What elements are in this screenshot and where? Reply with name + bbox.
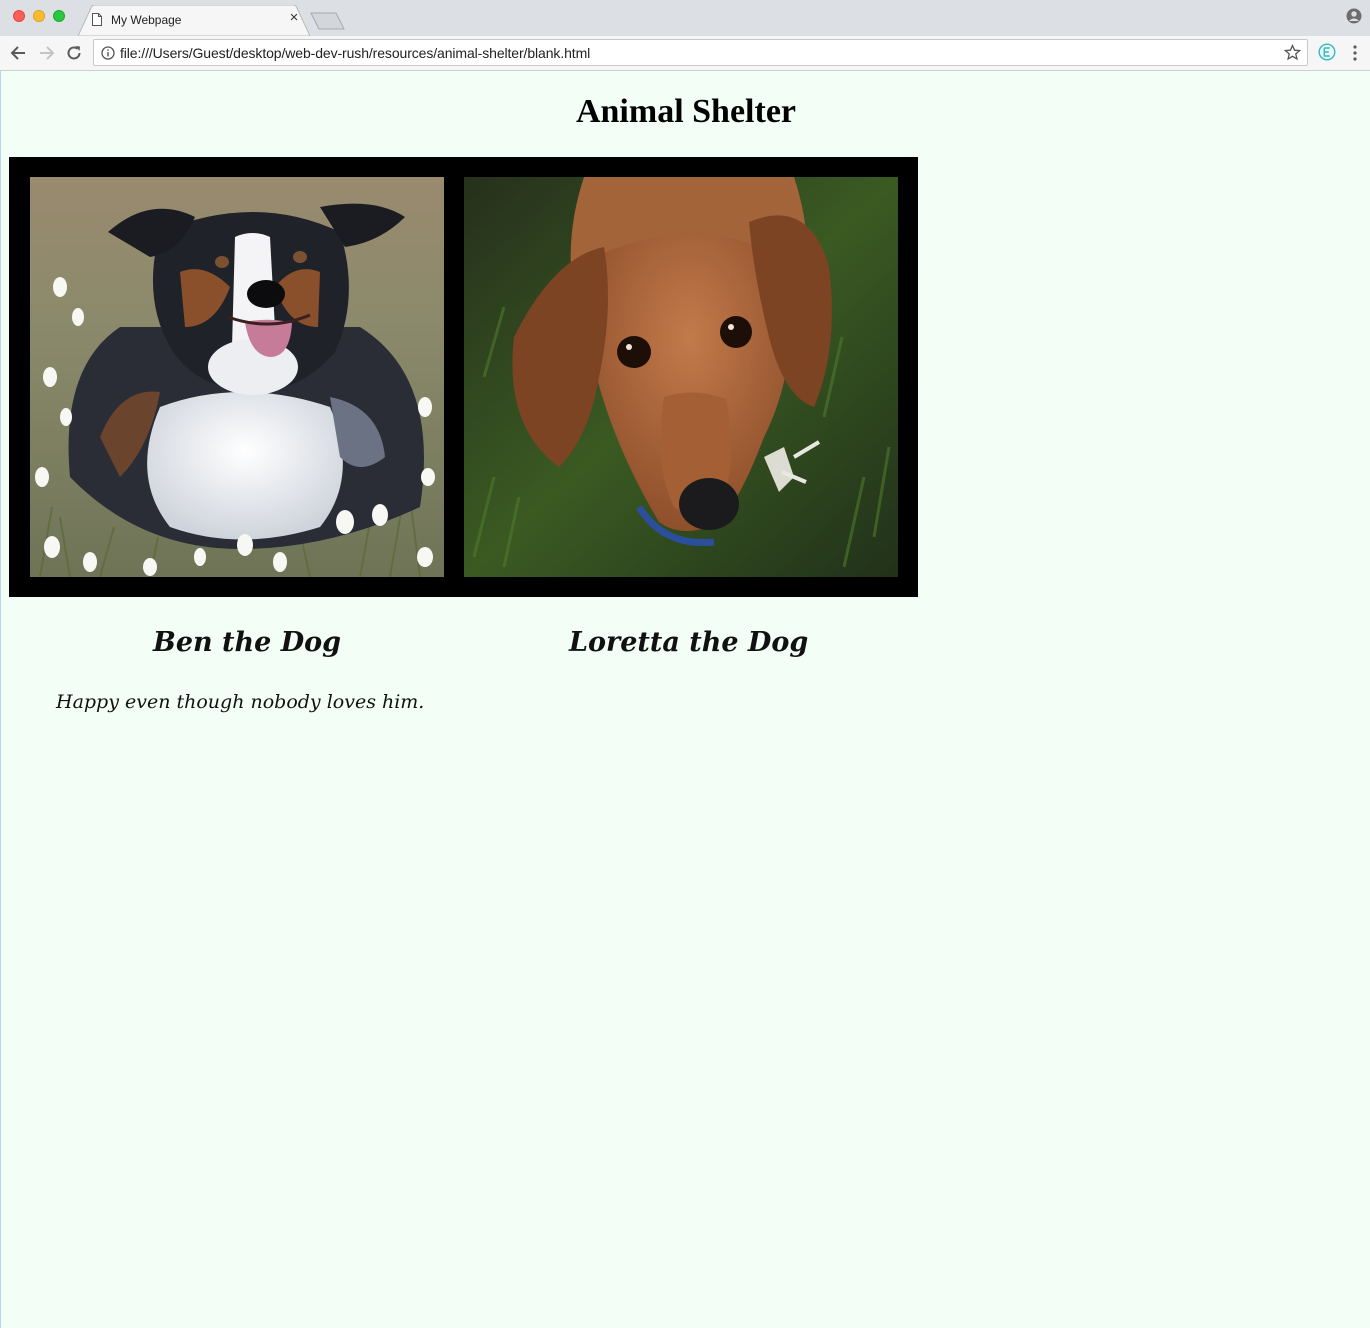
ben-dog-image (30, 177, 444, 577)
url-text[interactable]: file:///Users/Guest/desktop/web-dev-rush… (120, 45, 590, 61)
info-icon[interactable] (101, 46, 115, 60)
tab-strip: My Webpage × (0, 0, 1370, 36)
tab-close-icon[interactable]: × (286, 10, 302, 26)
extension-icon[interactable] (1318, 43, 1336, 61)
page-title: Animal Shelter (575, 93, 797, 130)
window-maximize-button[interactable] (53, 10, 65, 22)
tab-title: My Webpage (111, 13, 182, 27)
forward-icon[interactable] (36, 43, 56, 63)
page-content: Animal Shelter Ben the Dog Loretta the D… (0, 71, 1370, 1328)
new-tab-button[interactable] (310, 12, 346, 30)
star-icon[interactable] (1284, 44, 1301, 61)
browser-toolbar: file:///Users/Guest/desktop/web-dev-rush… (0, 36, 1370, 71)
ben-name-caption: Ben the Dog (153, 627, 342, 658)
reload-icon[interactable] (64, 43, 84, 63)
ben-photo (30, 177, 444, 577)
page-icon (92, 13, 102, 26)
window-minimize-button[interactable] (33, 10, 45, 22)
tab-my-webpage[interactable]: My Webpage × (78, 5, 310, 36)
window-close-button[interactable] (13, 10, 25, 22)
menu-icon[interactable] (1348, 44, 1362, 62)
loretta-name-caption: Loretta the Dog (569, 627, 809, 658)
profile-icon[interactable] (1346, 8, 1362, 24)
back-icon[interactable] (9, 43, 29, 63)
address-bar[interactable]: file:///Users/Guest/desktop/web-dev-rush… (93, 39, 1308, 66)
loretta-dog-image (464, 177, 898, 577)
photo-gallery (9, 157, 918, 597)
ben-description: Happy even though nobody loves him. (56, 691, 425, 713)
loretta-photo (464, 177, 898, 577)
